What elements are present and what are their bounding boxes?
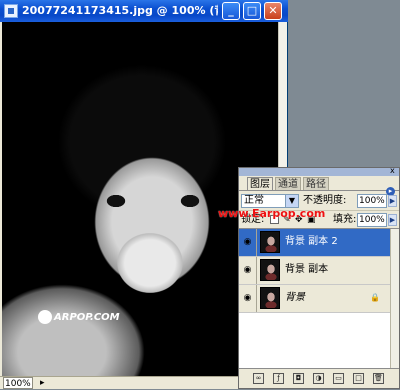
divider <box>256 257 257 284</box>
maximize-button[interactable]: □ <box>243 2 261 20</box>
layer-list-scrollbar[interactable] <box>390 229 399 369</box>
adjustment-icon[interactable]: ◑ <box>313 373 324 384</box>
fill-label: 填充: <box>333 214 357 225</box>
canvas-logo: ARPOP.COM <box>38 310 120 324</box>
blend-mode-select[interactable]: 正常 ▼ <box>241 194 299 208</box>
fx-icon[interactable]: ƒ <box>273 373 284 384</box>
status-menu-arrow-icon[interactable]: ▸ <box>40 378 50 388</box>
layer-thumbnail <box>260 287 280 309</box>
divider <box>256 285 257 312</box>
chevron-down-icon[interactable]: ▼ <box>285 195 298 207</box>
layer-item[interactable]: ◉ 背景 🔒 <box>239 285 390 313</box>
layers-panel: x 图层 通道 路径 ▸ 正常 ▼ 不透明度: 100% ▶ 锁定: ✎ ✥ ▣ … <box>238 167 400 389</box>
panel-close-icon[interactable]: x <box>390 167 397 175</box>
lock-icon: 🔒 <box>370 293 380 302</box>
close-button[interactable]: ✕ <box>264 2 282 20</box>
divider <box>256 229 257 256</box>
layer-name[interactable]: 背景 副本 <box>285 263 328 277</box>
visibility-eye-icon[interactable]: ◉ <box>242 293 253 303</box>
blend-mode-value: 正常 <box>244 195 264 206</box>
layer-thumbnail <box>260 259 280 281</box>
fill-field[interactable]: 100% <box>357 213 387 227</box>
document-icon <box>4 4 18 18</box>
minimize-button[interactable]: _ <box>222 2 240 20</box>
tab-channels[interactable]: 通道 <box>275 177 301 190</box>
zoom-field[interactable]: 100% <box>3 377 33 389</box>
layer-name[interactable]: 背景 副本 2 <box>285 235 338 249</box>
image-canvas[interactable]: ARPOP.COM <box>2 22 278 376</box>
tab-layers[interactable]: 图层 <box>247 177 273 190</box>
canvas-logo-text: ARPOP.COM <box>54 312 120 323</box>
layer-list: ◉ 背景 副本 2 ◉ 背景 副本 ◉ 背景 🔒 <box>239 228 399 369</box>
link-icon[interactable]: ∞ <box>253 373 264 384</box>
logo-mark-icon <box>38 310 52 324</box>
layer-thumbnail <box>260 231 280 253</box>
visibility-eye-icon[interactable]: ◉ <box>242 265 253 275</box>
layer-name[interactable]: 背景 <box>285 291 305 305</box>
opacity-field[interactable]: 100% <box>357 194 387 208</box>
layer-item[interactable]: ◉ 背景 副本 <box>239 257 390 285</box>
panel-tabs: 图层 通道 路径 ▸ <box>239 177 399 196</box>
opacity-label: 不透明度: <box>303 195 347 206</box>
tab-paths[interactable]: 路径 <box>303 177 329 190</box>
site-watermark: www.Earpop.com <box>218 207 326 220</box>
panel-grip[interactable]: x <box>239 167 399 176</box>
fill-slider-icon[interactable]: ▶ <box>388 214 397 226</box>
mask-icon[interactable]: ◘ <box>293 373 304 384</box>
trash-icon[interactable]: 🗑 <box>373 373 384 384</box>
window-title: 20077241173415.jpg @ 100% (背景 ... <box>22 4 218 17</box>
new-layer-icon[interactable]: □ <box>353 373 364 384</box>
opacity-slider-icon[interactable]: ▶ <box>388 195 397 207</box>
folder-icon[interactable]: ▭ <box>333 373 344 384</box>
layers-toolbar: ∞ ƒ ◘ ◑ ▭ □ 🗑 <box>239 368 399 388</box>
title-bar[interactable]: 20077241173415.jpg @ 100% (背景 ... _ □ ✕ <box>0 0 288 22</box>
visibility-eye-icon[interactable]: ◉ <box>242 237 253 247</box>
layer-item[interactable]: ◉ 背景 副本 2 <box>239 229 390 257</box>
